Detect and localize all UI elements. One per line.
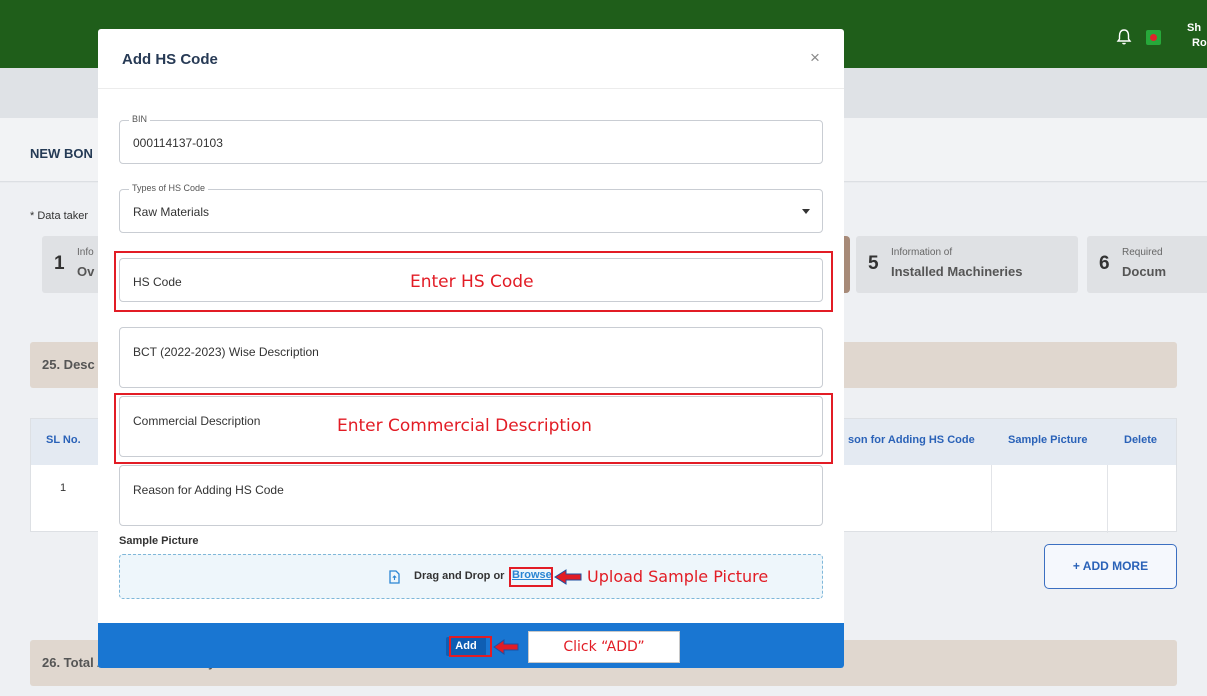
- bin-value: 000114137-0103: [133, 136, 223, 150]
- chevron-down-icon: [802, 209, 810, 214]
- bangladesh-flag-icon[interactable]: [1146, 30, 1161, 45]
- close-icon[interactable]: ×: [810, 48, 820, 68]
- bct-description-placeholder: BCT (2022-2023) Wise Description: [133, 345, 319, 359]
- column-divider: [1107, 465, 1108, 533]
- file-upload-icon: [389, 570, 400, 584]
- add-button-highlight: [449, 636, 492, 657]
- user-role: Ro: [1192, 37, 1207, 49]
- column-header-sl: SL No.: [46, 434, 81, 446]
- reason-placeholder: Reason for Adding HS Code: [133, 483, 284, 497]
- step-caption: Info: [77, 247, 94, 258]
- browse-highlight: [509, 567, 553, 587]
- add-more-button[interactable]: + ADD MORE: [1044, 544, 1177, 589]
- column-header-sample-picture: Sample Picture: [1008, 434, 1088, 446]
- column-header-delete: Delete: [1124, 434, 1158, 446]
- annotation-hs-code: Enter HS Code: [410, 272, 534, 292]
- step-6[interactable]: 6 Required Docum: [1087, 236, 1207, 293]
- column-divider: [991, 465, 992, 533]
- modal-title: Add HS Code: [122, 51, 218, 68]
- annotation-click-add: Click “ADD”: [528, 631, 680, 663]
- hs-type-select[interactable]: Types of HS Code Raw Materials: [119, 183, 823, 233]
- step-5[interactable]: 5 Information of Installed Machineries: [856, 236, 1078, 293]
- bin-field[interactable]: BIN 000114137-0103: [119, 114, 823, 164]
- reason-input[interactable]: Reason for Adding HS Code: [119, 465, 823, 526]
- bin-label: BIN: [129, 114, 151, 124]
- annotation-commercial: Enter Commercial Description: [337, 416, 592, 436]
- step-caption: Information of: [891, 247, 953, 258]
- step-title: Installed Machineries: [891, 264, 1023, 279]
- arrow-left-icon: [493, 639, 519, 655]
- step-title: Ov: [77, 264, 95, 279]
- step-title: Docum: [1122, 264, 1167, 279]
- sample-picture-label: Sample Picture: [119, 535, 199, 547]
- bct-description-input[interactable]: BCT (2022-2023) Wise Description: [119, 327, 823, 388]
- hs-type-label: Types of HS Code: [129, 183, 209, 193]
- dropzone-text: Drag and Drop or: [414, 570, 505, 582]
- step-caption: Required: [1122, 247, 1163, 258]
- data-note: * Data taker: [30, 210, 89, 222]
- page-title: NEW BON: [30, 146, 93, 161]
- table-row-sl: 1: [60, 482, 67, 494]
- step-number: 5: [868, 253, 879, 274]
- section-title: 25. Desc: [42, 357, 95, 372]
- bell-icon[interactable]: [1116, 28, 1132, 46]
- modal-header: Add HS Code ×: [98, 29, 844, 89]
- step-number: 6: [1099, 253, 1110, 274]
- hs-type-value: Raw Materials: [133, 205, 210, 219]
- column-header-reason: son for Adding HS Code: [848, 434, 975, 446]
- user-name[interactable]: Sh: [1187, 22, 1201, 34]
- step-number: 1: [54, 253, 65, 274]
- arrow-left-icon: [554, 569, 582, 585]
- annotation-upload: Upload Sample Picture: [587, 567, 769, 586]
